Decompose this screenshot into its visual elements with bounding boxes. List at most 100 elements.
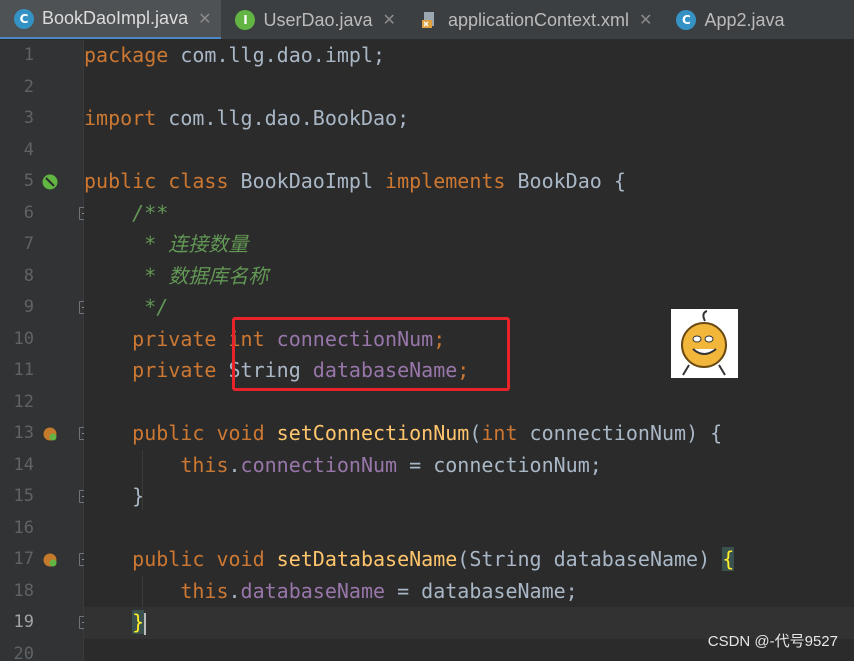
line-number: 11 [13, 360, 34, 380]
gutter-line: 2 [0, 72, 84, 104]
line-number: 2 [23, 76, 34, 97]
line-number: 7 [23, 234, 34, 254]
watermark: CSDN @-代号9527 [707, 633, 838, 650]
gutter-line: 11 [0, 355, 84, 387]
keyword: public void [84, 421, 265, 445]
gutter-line: 14 [0, 450, 84, 482]
code-text: ( [469, 421, 482, 445]
line-number: 1 [23, 45, 34, 65]
gutter-line-current: 19 [0, 607, 91, 639]
code-text: = databaseName; [385, 578, 578, 603]
line-number: 14 [13, 454, 34, 475]
tab-label: App2.java [704, 9, 785, 30]
close-icon[interactable]: ✕ [198, 9, 211, 29]
editor-tab-bar: C BookDaoImpl.java ✕ I UserDao.java ✕ ap… [0, 0, 854, 40]
tab-userdao[interactable]: I UserDao.java ✕ [221, 0, 405, 39]
code-text: com.llg.dao.impl; [168, 43, 386, 67]
tab-bookdaoimpl[interactable]: C BookDaoImpl.java ✕ [0, 0, 222, 39]
line-number: 10 [13, 328, 34, 349]
class-icon: C [676, 10, 697, 30]
gutter-line: 13 [0, 418, 91, 450]
line-number: 4 [23, 139, 34, 160]
code-text: . [228, 578, 241, 603]
line-gutter: 1 2 3 4 5 6 7 8 9 10 11 12 13 14 15 16 1… [0, 40, 91, 661]
code-line-7: * 连接数量 [84, 232, 249, 256]
code-line-8: * 数据库名称 [84, 263, 269, 288]
line-number: 16 [13, 517, 34, 538]
close-icon[interactable]: ✕ [383, 10, 396, 30]
line-number: 3 [23, 108, 34, 128]
code-line-17: public void setDatabaseName(String datab… [84, 544, 854, 576]
line-number: 5 [23, 171, 34, 191]
line-number: 20 [13, 643, 34, 661]
code-text: (String databaseName) [457, 547, 723, 571]
code-text: . [228, 452, 241, 477]
gutter-line: 10 [0, 324, 84, 356]
code-line-5: public class BookDaoImpl implements Book… [84, 166, 854, 198]
code-line-13: public void setConnectionNum(int connect… [84, 418, 854, 450]
code-line-1: package com.llg.dao.impl; [84, 40, 854, 72]
text-caret [144, 612, 147, 635]
code-line-6: /** [84, 200, 169, 225]
keyword: int [481, 421, 518, 445]
code-line-18: this.databaseName = databaseName; [84, 576, 854, 608]
code-line-3: import com.llg.dao.BookDao; [84, 103, 854, 135]
tab-label: BookDaoImpl.java [42, 8, 189, 28]
matched-brace: { [722, 547, 735, 571]
xml-file-icon [420, 10, 440, 30]
code-text: = connectionNum; [397, 452, 602, 477]
close-icon[interactable]: ✕ [639, 10, 652, 30]
keyword: this [84, 452, 229, 477]
code-line-15: } [84, 484, 145, 508]
annotation-highlight-box [232, 317, 510, 391]
gutter-line: 20 [0, 639, 84, 661]
gutter-line: 6 [0, 198, 91, 230]
gutter-line: 3 [0, 103, 84, 135]
method-name: setConnectionNum [264, 421, 470, 445]
gutter-line: 17 [0, 544, 91, 576]
line-number: 9 [23, 297, 34, 317]
keyword: public class [84, 169, 229, 193]
line-number: 12 [13, 391, 34, 412]
gutter-line: 9 [0, 292, 91, 324]
keyword: package [84, 43, 169, 67]
line-number: 6 [23, 202, 34, 223]
spring-bean-icon[interactable] [42, 552, 58, 568]
code-text: connectionNum) { [517, 421, 723, 445]
implements-interface-icon[interactable] [42, 174, 58, 190]
class-name: BookDaoImpl [228, 169, 386, 193]
tab-label: applicationContext.xml [447, 9, 630, 30]
gutter-line: 18 [0, 576, 84, 608]
method-name: setDatabaseName [264, 547, 458, 571]
matched-brace: } [132, 610, 145, 634]
line-number: 17 [13, 549, 34, 569]
gutter-line: 4 [0, 135, 84, 167]
keyword: private [84, 358, 217, 382]
field-name: connectionNum [240, 452, 398, 477]
interface-icon: I [235, 10, 256, 30]
class-icon: C [14, 8, 34, 29]
tab-application-context[interactable]: applicationContext.xml ✕ [406, 0, 663, 39]
spring-bean-icon[interactable] [42, 426, 58, 442]
gutter-line: 12 [0, 387, 84, 419]
tab-app2[interactable]: C App2.java [662, 0, 794, 39]
gutter-line: 8 [0, 261, 84, 293]
keyword: import [84, 106, 157, 130]
line-number: 18 [13, 580, 34, 601]
code-text: BookDao { [505, 169, 626, 193]
keyword: implements [385, 169, 506, 193]
line-number: 19 [13, 612, 34, 632]
line-number: 8 [23, 265, 34, 286]
code-line-14: this.connectionNum = connectionNum; [84, 450, 854, 482]
keyword: public void [84, 547, 265, 571]
tab-label: UserDao.java [263, 9, 373, 30]
gutter-line: 7 [0, 229, 84, 261]
gutter-line: 15 [0, 481, 91, 513]
keyword: this [84, 578, 229, 603]
line-number: 13 [13, 423, 34, 443]
gutter-line: 1 [0, 40, 84, 72]
gutter-line: 16 [0, 513, 84, 545]
emoji-sticker-image [671, 309, 738, 378]
gutter-line: 5 [0, 166, 84, 198]
